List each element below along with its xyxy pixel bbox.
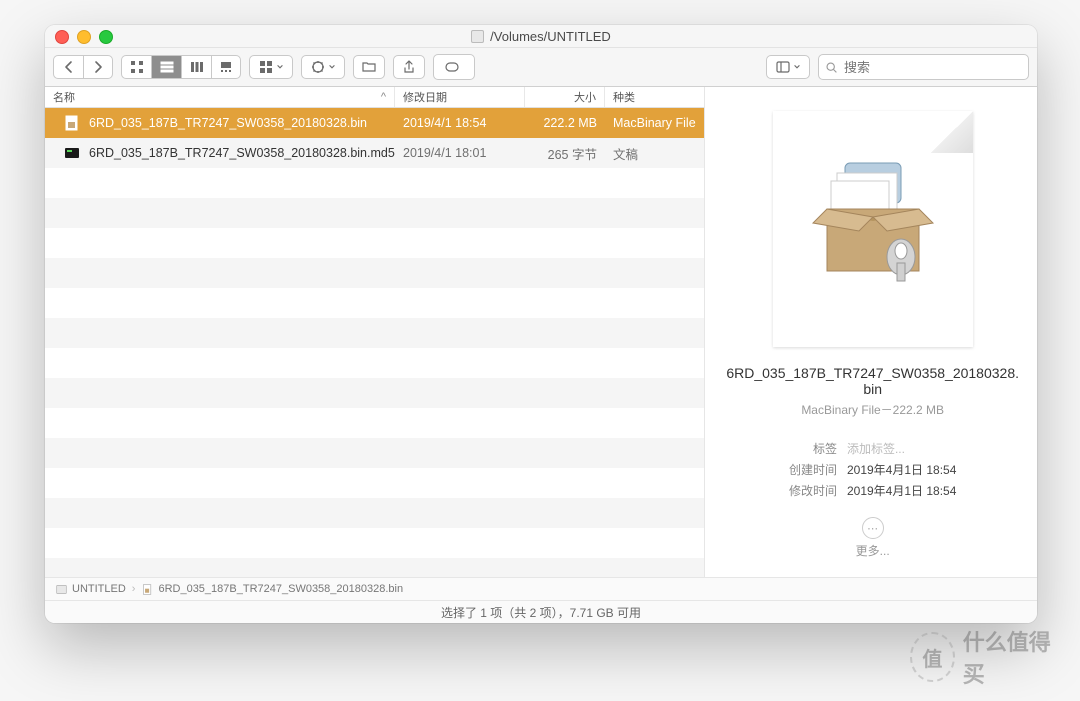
tag-button[interactable] <box>433 54 475 80</box>
cell-kind: MacBinary File <box>605 116 704 130</box>
empty-row <box>45 498 704 528</box>
table-row[interactable]: 6RD_035_187B_TR7247_SW0358_20180328.bin.… <box>45 138 704 168</box>
empty-row <box>45 168 704 198</box>
file-icon <box>141 583 154 596</box>
cell-kind: 文稿 <box>605 144 704 163</box>
icon-view-button[interactable] <box>121 55 151 79</box>
created-label: 创建时间 <box>789 461 837 478</box>
table-row[interactable]: 6RD_035_187B_TR7247_SW0358_20180328.bin 2… <box>45 108 704 138</box>
search-icon <box>825 61 838 74</box>
empty-row <box>45 288 704 318</box>
watermark-badge: 值 <box>910 632 955 682</box>
preview-details: 标签 添加标签... 创建时间 2019年4月1日 18:54 修改时间 201… <box>789 440 956 499</box>
watermark-text: 什么值得买 <box>963 625 1060 689</box>
window-controls <box>55 30 113 44</box>
empty-row <box>45 438 704 468</box>
finder-window: /Volumes/UNTITLED <box>45 25 1037 623</box>
view-switcher <box>121 55 241 79</box>
status-text: 选择了 1 项（共 2 项），7.71 GB 可用 <box>441 604 641 621</box>
tag-label: 标签 <box>789 440 837 457</box>
column-view-button[interactable] <box>181 55 211 79</box>
disk-icon <box>55 583 68 596</box>
modified-label: 修改时间 <box>789 482 837 499</box>
action-button[interactable] <box>301 55 345 79</box>
gallery-view-button[interactable] <box>211 55 241 79</box>
watermark: 值 什么值得买 <box>910 627 1060 687</box>
nav-buttons <box>53 55 113 79</box>
path-file[interactable]: 6RD_035_187B_TR7247_SW0358_20180328.bin <box>141 583 403 596</box>
list-view-button[interactable] <box>151 55 181 79</box>
window-title: /Volumes/UNTITLED <box>471 29 611 44</box>
file-name: 6RD_035_187B_TR7247_SW0358_20180328.bin <box>89 116 367 130</box>
toolbar <box>45 48 1037 87</box>
new-folder-button[interactable] <box>353 55 385 79</box>
preview-more[interactable]: ⋯ 更多... <box>856 517 890 559</box>
empty-row <box>45 198 704 228</box>
status-bar: 选择了 1 项（共 2 项），7.71 GB 可用 <box>45 600 1037 623</box>
empty-row <box>45 528 704 558</box>
titlebar: /Volumes/UNTITLED <box>45 25 1037 48</box>
tag-value[interactable]: 添加标签... <box>847 440 956 457</box>
column-kind[interactable]: 种类 <box>605 87 704 107</box>
empty-row <box>45 378 704 408</box>
zoom-button[interactable] <box>99 30 113 44</box>
forward-button[interactable] <box>83 55 113 79</box>
preview-thumbnail <box>773 111 973 347</box>
cell-size: 222.2 MB <box>525 116 605 130</box>
preview-meta: MacBinary File－222.2 MB <box>801 401 944 418</box>
path-bar: UNTITLED › 6RD_035_187B_TR7247_SW0358_20… <box>45 577 1037 600</box>
file-name: 6RD_035_187B_TR7247_SW0358_20180328.bin.… <box>89 146 395 160</box>
minimize-button[interactable] <box>77 30 91 44</box>
column-headers: 名称^ 修改日期 大小 种类 <box>45 87 704 108</box>
cell-name: 6RD_035_187B_TR7247_SW0358_20180328.bin.… <box>45 144 395 162</box>
disk-icon <box>471 30 484 43</box>
empty-row <box>45 348 704 378</box>
column-size[interactable]: 大小 <box>525 87 605 107</box>
search-field[interactable] <box>818 54 1029 80</box>
empty-row <box>45 408 704 438</box>
cell-size: 265 字节 <box>525 144 605 163</box>
path-root[interactable]: UNTITLED <box>55 583 126 596</box>
column-date[interactable]: 修改日期 <box>395 87 525 107</box>
created-value: 2019年4月1日 18:54 <box>847 461 956 478</box>
empty-row <box>45 558 704 577</box>
file-list: 名称^ 修改日期 大小 种类 6RD_035_187B_TR7247_SW035… <box>45 87 705 577</box>
archive-icon <box>803 151 943 291</box>
preview-filename: 6RD_035_187B_TR7247_SW0358_20180328.bin <box>723 365 1023 397</box>
column-name[interactable]: 名称^ <box>45 87 395 107</box>
cell-name: 6RD_035_187B_TR7247_SW0358_20180328.bin <box>45 114 395 132</box>
window-title-text: /Volumes/UNTITLED <box>490 29 611 44</box>
modified-value: 2019年4月1日 18:54 <box>847 482 956 499</box>
empty-row <box>45 468 704 498</box>
more-icon: ⋯ <box>862 517 884 539</box>
close-button[interactable] <box>55 30 69 44</box>
share-button[interactable] <box>393 55 425 79</box>
preview-pane: 6RD_035_187B_TR7247_SW0358_20180328.bin … <box>705 87 1037 577</box>
empty-row <box>45 258 704 288</box>
cell-date: 2019/4/1 18:54 <box>395 116 525 130</box>
back-button[interactable] <box>53 55 83 79</box>
empty-row <box>45 228 704 258</box>
cell-date: 2019/4/1 18:01 <box>395 146 525 160</box>
empty-row <box>45 318 704 348</box>
file-rows: 6RD_035_187B_TR7247_SW0358_20180328.bin 2… <box>45 108 704 577</box>
search-input[interactable] <box>842 59 1022 76</box>
path-separator: › <box>132 583 136 595</box>
group-by-button[interactable] <box>249 55 293 79</box>
sidebar-toggle-button[interactable] <box>766 55 810 79</box>
